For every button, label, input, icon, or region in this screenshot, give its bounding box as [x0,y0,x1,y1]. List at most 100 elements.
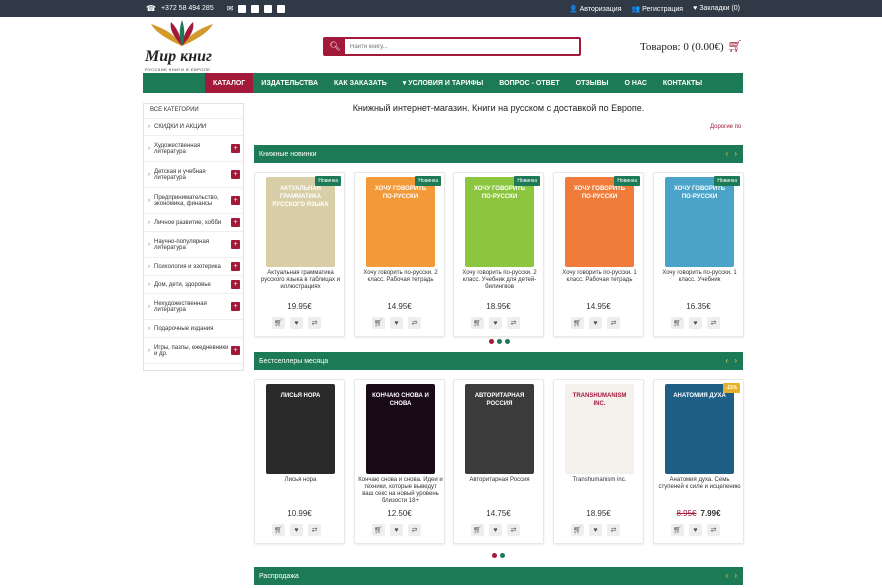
product-title[interactable]: Кончаю снова и снова. Идеи и техники, ко… [358,477,443,505]
book-cover[interactable]: ЛИСЬЯ НОРА [266,384,335,474]
product-card[interactable]: TRANSHUMANISM INC. Transhumanism inc. 18.9… [553,379,644,544]
sidebar-item[interactable]: Игры, пазлы, ежедневники и др.+ [144,338,243,364]
book-cover[interactable]: ХОЧУ ГОВОРИТЬ ПО-РУССКИ [366,177,435,267]
wishlist-button[interactable]: ♥ [689,524,702,536]
add-to-cart-button[interactable]: 🛒︎ [272,317,285,329]
add-to-cart-button[interactable]: 🛒︎ [471,317,484,329]
compare-button[interactable]: ⇄ [408,317,421,329]
product-title[interactable]: Лисья нора [258,477,343,484]
book-cover[interactable]: ХОЧУ ГОВОРИТЬ ПО-РУССКИ [565,177,634,267]
carousel-dot[interactable] [505,339,510,344]
nav-how-to-order[interactable]: КАК ЗАКАЗАТЬ [326,73,395,93]
sidebar-item[interactable]: Научно-популярная литература + [144,232,243,258]
facebook-icon[interactable] [238,4,247,13]
book-cover[interactable]: АНАТОМИЯ ДУХА [665,384,734,474]
site-logo[interactable]: Мир книг РУССКИЕ КНИГИ В ЕВРОПЕ [145,20,220,72]
expand-plus-icon[interactable]: + [231,280,240,289]
product-card[interactable]: ХОЧУ ГОВОРИТЬ ПО-РУССКИ Новинка Хочу говор… [453,172,544,337]
expand-plus-icon[interactable]: + [231,302,240,311]
wishlist-button[interactable]: ♥ [290,524,303,536]
add-to-cart-button[interactable]: 🛒︎ [272,524,285,536]
youtube-icon[interactable] [264,4,273,13]
register-link[interactable]: 👥 Регистрация [632,5,684,13]
sidebar-item[interactable]: Личное развитие, хобби + [144,214,243,232]
wishlist-button[interactable]: ♥ [390,317,403,329]
add-to-cart-button[interactable]: 🛒︎ [372,317,385,329]
instagram-icon[interactable] [277,4,286,13]
product-title[interactable]: Хочу говорить по-русски. 1 класс. Рабоча… [557,270,642,284]
book-cover[interactable]: АКТУАЛЬНАЯ ГРАММАТИКА РУССКОГО ЯЗЫКА [266,177,335,267]
sidebar-item[interactable]: Подарочные издания [144,320,243,338]
wishlist-button[interactable]: ♥ [489,524,502,536]
search-button[interactable]: 🔍︎ [325,39,345,54]
book-cover[interactable]: TRANSHUMANISM INC. [565,384,634,474]
compare-button[interactable]: ⇄ [507,524,520,536]
carousel-arrows-icon[interactable]: ‹ › [725,149,739,158]
expand-plus-icon[interactable]: + [231,218,240,227]
product-card[interactable]: ХОЧУ ГОВОРИТЬ ПО-РУССКИ Новинка Хочу говор… [354,172,445,337]
expand-plus-icon[interactable]: + [231,170,240,179]
sidebar-item[interactable]: СКИДКИ И АКЦИИ [144,119,243,136]
wishlist-button[interactable]: ♥ [390,524,403,536]
wishlist-button[interactable]: ♥ [290,317,303,329]
expand-plus-icon[interactable]: + [231,262,240,271]
product-title[interactable]: Анатомия духа. Семь ступеней к силе и ис… [657,477,742,491]
nav-about[interactable]: О НАС [617,73,655,93]
product-card[interactable]: ЛИСЬЯ НОРА Лисья нора 10.99€ 🛒︎ ♥ ⇄ [254,379,345,544]
add-to-cart-button[interactable]: 🛒︎ [471,524,484,536]
product-card[interactable]: АНАТОМИЯ ДУХА -11% Анатомия духа. Семь сту… [653,379,744,544]
mail-icon[interactable]: ✉ [227,4,234,13]
expand-plus-icon[interactable]: + [231,346,240,355]
add-to-cart-button[interactable]: 🛒︎ [571,524,584,536]
product-card[interactable]: ХОЧУ ГОВОРИТЬ ПО-РУССКИ Новинка Хочу говор… [653,172,744,337]
wishlist-button[interactable]: ♥ [589,524,602,536]
nav-faq[interactable]: ВОПРОС - ОТВЕТ [491,73,567,93]
compare-button[interactable]: ⇄ [308,317,321,329]
product-card[interactable]: ХОЧУ ГОВОРИТЬ ПО-РУССКИ Новинка Хочу говор… [553,172,644,337]
sidebar-item[interactable]: Психология и эзотерика + [144,258,243,276]
add-to-cart-button[interactable]: 🛒︎ [372,524,385,536]
product-title[interactable]: Хочу говорить по-русски. 1 класс. Учебни… [657,270,742,284]
carousel-arrows-icon[interactable]: ‹ › [725,571,739,580]
vk-icon[interactable] [251,4,260,13]
product-card[interactable]: КОНЧАЮ СНОВА И СНОВА Кончаю снова и снова… [354,379,445,544]
carousel-dot[interactable] [489,339,494,344]
compare-button[interactable]: ⇄ [408,524,421,536]
product-title[interactable]: Хочу говорить по-русски. 2 класс. Рабоча… [358,270,443,284]
wishlist-button[interactable]: ♥ [489,317,502,329]
compare-button[interactable]: ⇄ [707,524,720,536]
product-title[interactable]: Актуальная грамматика русского языка в т… [258,270,343,291]
book-cover[interactable]: АВТОРИТАРНАЯ РОССИЯ [465,384,534,474]
book-cover[interactable]: КОНЧАЮ СНОВА И СНОВА [366,384,435,474]
carousel-arrows-icon[interactable]: ‹ › [725,356,739,365]
carousel-dot[interactable] [492,553,497,558]
compare-button[interactable]: ⇄ [308,524,321,536]
login-link[interactable]: 👤 Авторизация [569,5,622,13]
compare-button[interactable]: ⇄ [507,317,520,329]
sidebar-item[interactable]: Художественная литература + [144,136,243,162]
sidebar-item[interactable]: Нехудожественная литература + [144,294,243,320]
wishlist-button[interactable]: ♥ [689,317,702,329]
nav-contacts[interactable]: КОНТАКТЫ [655,73,710,93]
expand-plus-icon[interactable]: + [231,144,240,153]
book-cover[interactable]: ХОЧУ ГОВОРИТЬ ПО-РУССКИ [665,177,734,267]
bookmarks-link[interactable]: ♥ Закладки (0) [693,5,740,12]
nav-terms[interactable]: ▾ УСЛОВИЯ И ТАРИФЫ [395,73,492,93]
nav-publishers[interactable]: ИЗДАТЕЛЬСТВА [253,73,326,93]
add-to-cart-button[interactable]: 🛒︎ [671,524,684,536]
compare-button[interactable]: ⇄ [607,317,620,329]
expand-plus-icon[interactable]: + [231,196,240,205]
sidebar-item[interactable]: Детская и учебная литература + [144,162,243,188]
product-title[interactable]: Авторитарная Россия [457,477,542,484]
wishlist-button[interactable]: ♥ [589,317,602,329]
phone-number[interactable]: +372 58 494 285 [161,5,214,12]
carousel-dot[interactable] [500,553,505,558]
carousel-dot[interactable] [497,339,502,344]
add-to-cart-button[interactable]: 🛒︎ [571,317,584,329]
sidebar-item[interactable]: Дом, дети, здоровье + [144,276,243,294]
product-card[interactable]: АКТУАЛЬНАЯ ГРАММАТИКА РУССКОГО ЯЗЫКА Нови… [254,172,345,337]
search-input[interactable] [345,39,579,54]
product-title[interactable]: Хочу говорить по-русски. 2 класс. Учебни… [457,270,542,291]
expand-plus-icon[interactable]: + [231,240,240,249]
compare-button[interactable]: ⇄ [607,524,620,536]
